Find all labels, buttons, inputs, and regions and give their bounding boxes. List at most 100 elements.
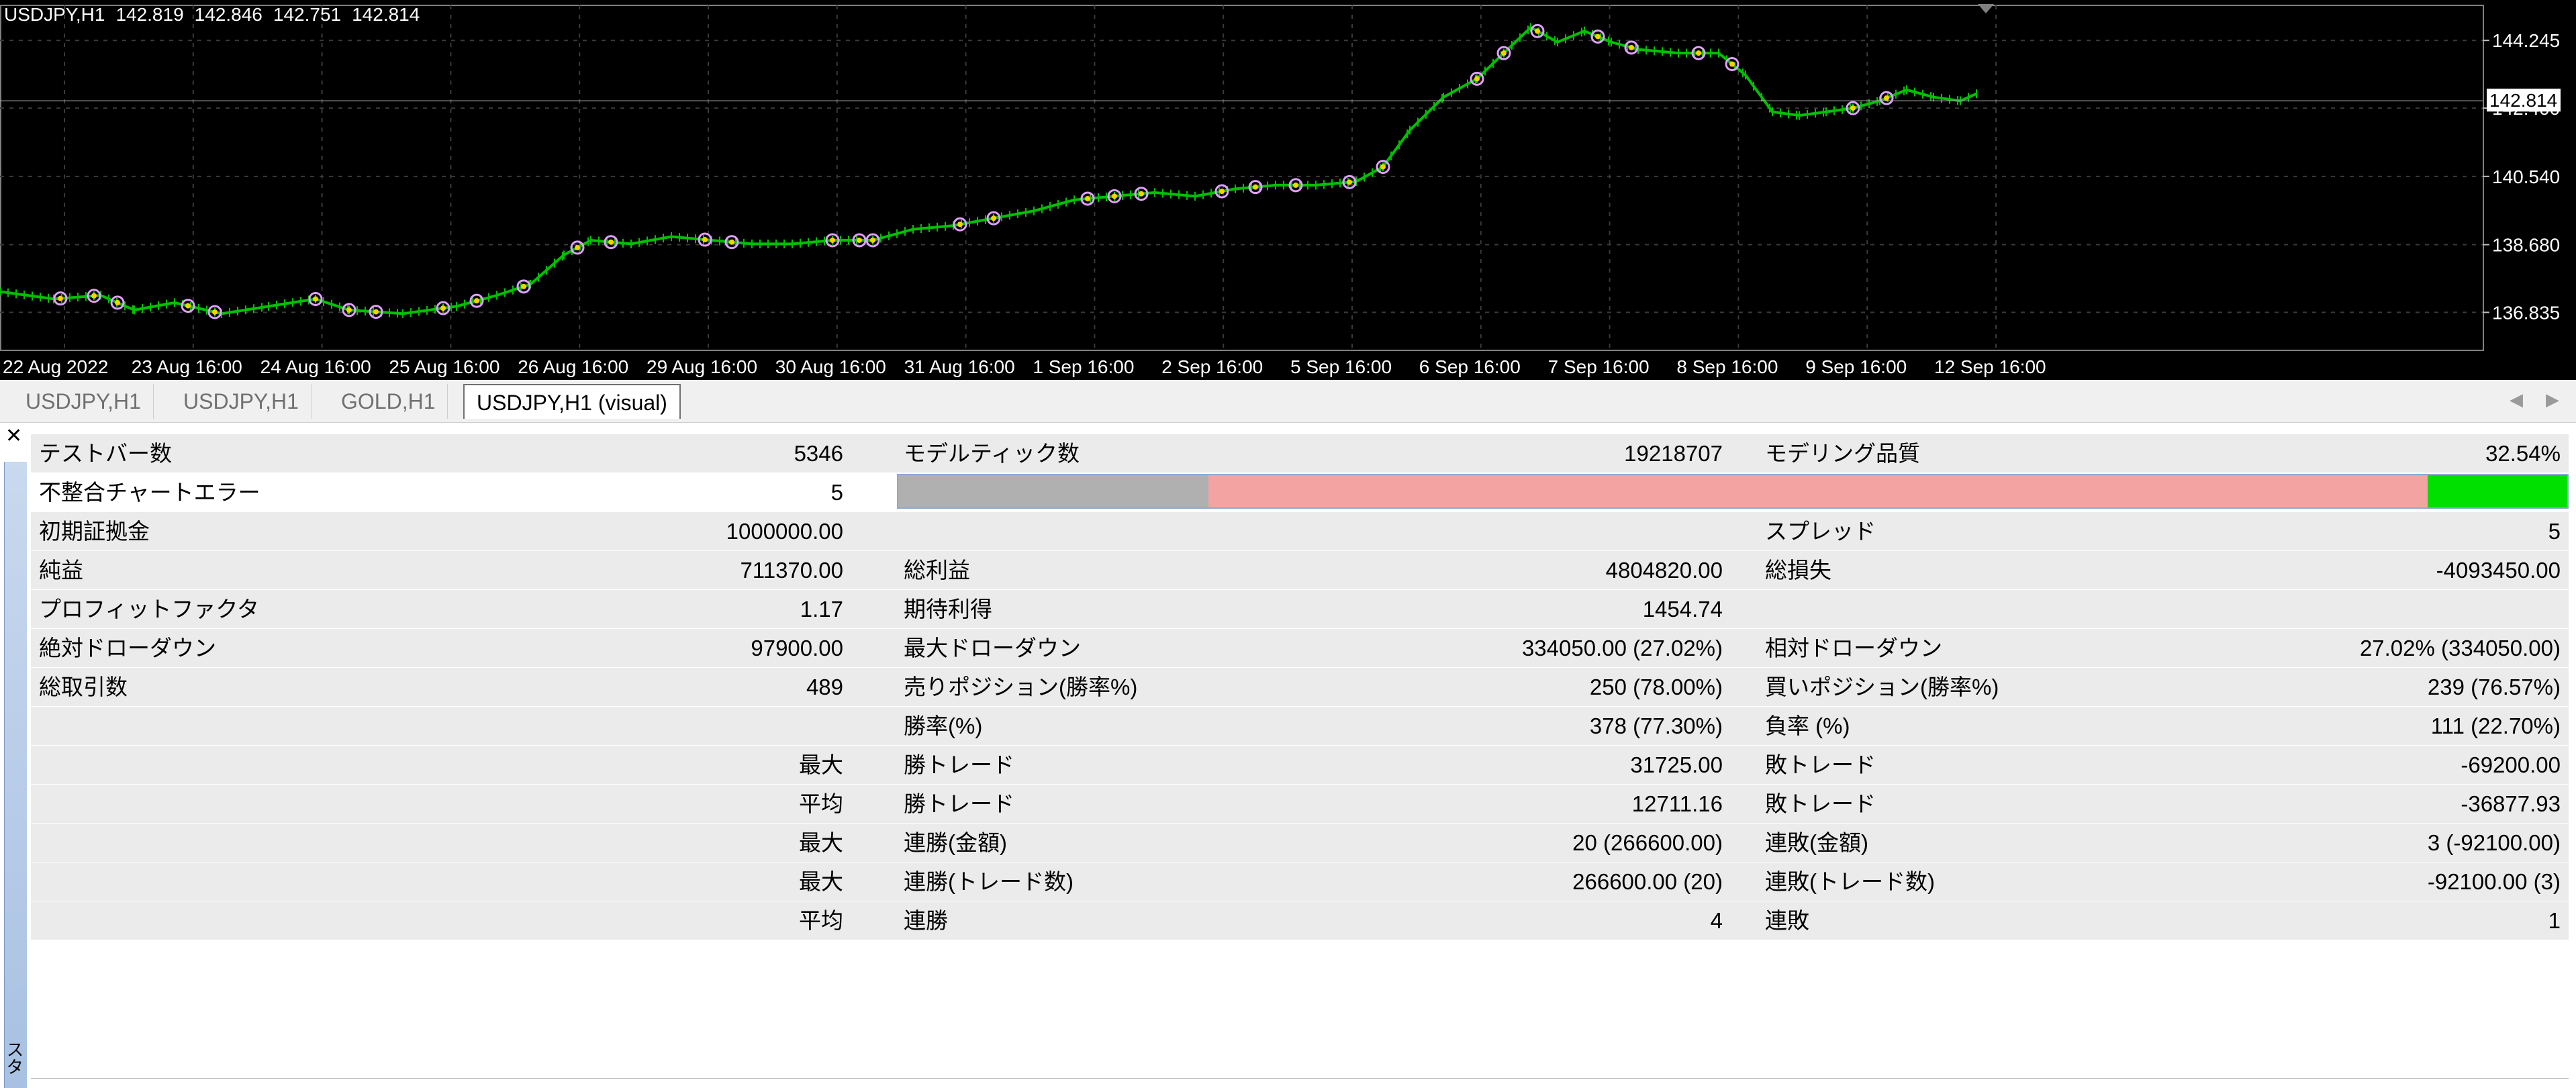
report-cell-c1v: 最大 — [799, 752, 843, 777]
report-cell-c3v: 3 (-92100.00) — [2427, 830, 2561, 855]
trade-marker-dot — [1535, 28, 1540, 34]
tester-strip-label: スター — [4, 1040, 24, 1075]
tab-usdjpy-h1-1[interactable]: USDJPY,H1 — [13, 384, 154, 419]
trade-marker-dot — [212, 309, 218, 315]
trade-marker-dot — [346, 307, 352, 313]
report-cell-c1v: 5 — [830, 480, 843, 505]
trade-marker-dot — [1629, 44, 1634, 50]
report-row: 絶対ドローダウン 97900.00 最大ドローダウン 334050.00 (27.02… — [31, 628, 2569, 667]
y-tick-label: 140.540 — [2492, 166, 2560, 187]
trade-marker-dot — [1380, 164, 1386, 170]
report-cell-c3v: 111 (22.70%) — [2430, 713, 2561, 738]
trade-marker-dot — [957, 221, 963, 228]
tab-gold-h1[interactable]: GOLD,H1 — [329, 384, 448, 419]
report-cell-c1v: 1.17 — [800, 597, 843, 622]
tab-scroll-right-icon[interactable]: ▶ — [2546, 389, 2559, 410]
report-cell-c1v: 711370.00 — [740, 558, 843, 583]
report-cell-c3v: 32.54% — [2485, 441, 2561, 466]
bottom-tab-strip[interactable] — [31, 1078, 2569, 1088]
trade-marker-dot — [1595, 34, 1601, 40]
x-tick-label: 25 Aug 16:00 — [389, 356, 499, 377]
tab-usdjpy-h1-2[interactable]: USDJPY,H1 — [171, 384, 312, 419]
quality-segment — [2428, 475, 2567, 507]
trade-marker-dot — [857, 237, 862, 243]
close-icon[interactable]: ✕ — [5, 424, 22, 448]
chart-tabs: USDJPY,H1 USDJPY,H1 GOLD,H1 USDJPY,H1 (v… — [0, 380, 2576, 423]
trade-marker-dot — [1219, 189, 1225, 195]
trade-marker-dot — [1729, 61, 1735, 67]
report-cell-c3v: 5 — [2548, 519, 2561, 544]
report-cell-c3v: -4093450.00 — [2436, 558, 2561, 583]
trade-marker-dot — [1884, 95, 1889, 101]
trade-marker-dot — [702, 237, 708, 243]
x-tick-label: 7 Sep 16:00 — [1548, 356, 1650, 377]
report-cell-c1v: 最大 — [799, 830, 843, 855]
trade-marker-dot — [1850, 105, 1856, 111]
trade-marker-dot — [1112, 193, 1117, 199]
trade-marker-dot — [474, 298, 479, 304]
report-cell-c1v: 489 — [806, 675, 843, 699]
trade-marker-dot — [1139, 191, 1144, 197]
scroll-marker-icon — [1978, 4, 1994, 13]
quality-segment — [1208, 475, 2428, 507]
tester-strip — [4, 462, 27, 1088]
x-tick-label: 23 Aug 16:00 — [132, 356, 242, 377]
report-row: 初期証拠金 1000000.00 スプレッド 5 — [31, 511, 2569, 550]
trade-marker-dot — [313, 296, 318, 302]
report-cell-c1v: 平均 — [799, 908, 843, 933]
report-row: プロフィットファクタ 1.17 期待利得 1454.74 — [31, 589, 2569, 628]
x-tick-label: 1 Sep 16:00 — [1033, 356, 1134, 377]
report-row: 平均 勝トレード 12711.16 敗トレード -36877.93 — [31, 784, 2569, 823]
report-cell-c2v — [1105, 512, 1723, 551]
chart-header: USDJPY,H1 142.819 142.846 142.751 142.814 — [4, 4, 430, 26]
quality-segment — [898, 475, 1209, 507]
x-tick-label: 2 Sep 16:00 — [1161, 356, 1263, 377]
trade-marker-dot — [373, 309, 379, 315]
trade-marker-dot — [185, 303, 191, 309]
report-cell-c2v: 4804820.00 — [1605, 558, 1723, 583]
price-line — [0, 26, 1978, 315]
trade-marker-dot — [440, 305, 446, 311]
report-row: 最大 連勝(トレード数) 266600.00 (20) 連敗(トレード数) -92100… — [31, 862, 2569, 901]
report-cell-c2v: 4 — [1710, 908, 1723, 933]
report-cell-c2v: 1454.74 — [1642, 597, 1723, 622]
trade-marker-dot — [1347, 179, 1352, 185]
tab-scroll-left-icon[interactable]: ◀ — [2510, 389, 2523, 410]
tester-report: ✕ スター テストバー数5346モデルティック数19218707モデリング品質3… — [0, 423, 2576, 1088]
report-row: 平均 連勝 4 連敗 1 — [31, 901, 2569, 940]
chart-canvas[interactable]: 144.245142.400140.540138.680136.83522 Au… — [0, 0, 2576, 380]
x-tick-label: 31 Aug 16:00 — [904, 356, 1015, 377]
report-cell-c3v: -92100.00 (3) — [2427, 869, 2561, 894]
y-tick-label: 144.245 — [2492, 30, 2560, 51]
report-row: 最大 連勝(金額) 20 (266600.00) 連敗(金額) 3 (-92100.00… — [31, 823, 2569, 862]
x-tick-label: 6 Sep 16:00 — [1419, 356, 1521, 377]
x-tick-label: 5 Sep 16:00 — [1290, 356, 1392, 377]
x-tick-label: 26 Aug 16:00 — [518, 356, 628, 377]
report-cell-c3v: -69200.00 — [2461, 752, 2561, 777]
price-chart[interactable]: 144.245142.400140.540138.680136.83522 Au… — [0, 0, 2576, 380]
report-cell-c1v: 最大 — [799, 869, 843, 894]
report-row: 最大 勝トレード 31725.00 敗トレード -69200.00 — [31, 745, 2569, 784]
report-cell-c2v: 20 (266600.00) — [1572, 830, 1723, 855]
x-tick-label: 30 Aug 16:00 — [775, 356, 886, 377]
trade-marker-dot — [991, 215, 996, 221]
report-cell-c2v: 31725.00 — [1630, 752, 1723, 777]
x-tick-label: 29 Aug 16:00 — [647, 356, 757, 377]
x-tick-label: 22 Aug 2022 — [3, 356, 108, 377]
x-tick-label: 9 Sep 16:00 — [1805, 356, 1907, 377]
x-tick-label: 8 Sep 16:00 — [1676, 356, 1778, 377]
chart-frame — [0, 5, 2484, 351]
tab-usdjpy-h1-visual[interactable]: USDJPY,H1 (visual) — [463, 384, 681, 419]
x-tick-label: 12 Sep 16:00 — [1934, 356, 2046, 377]
trade-marker-dot — [1501, 50, 1507, 56]
trade-marker-dot — [1696, 50, 1701, 56]
report-cell-c3v: 1 — [2548, 908, 2561, 933]
report-row: テストバー数 5346 モデルティック数 19218707 モデリング品質 32.54% — [31, 434, 2569, 473]
current-price-label: 142.814 — [2489, 90, 2557, 111]
report-cell-c1v: 97900.00 — [751, 636, 843, 660]
trade-marker-dot — [91, 293, 97, 299]
report-cell-c3v: -36877.93 — [2461, 791, 2561, 816]
trade-marker-dot — [1085, 195, 1090, 201]
report-cell-c1v: 5346 — [794, 441, 843, 466]
report-cell-c2v: 378 (77.30%) — [1589, 713, 1723, 738]
